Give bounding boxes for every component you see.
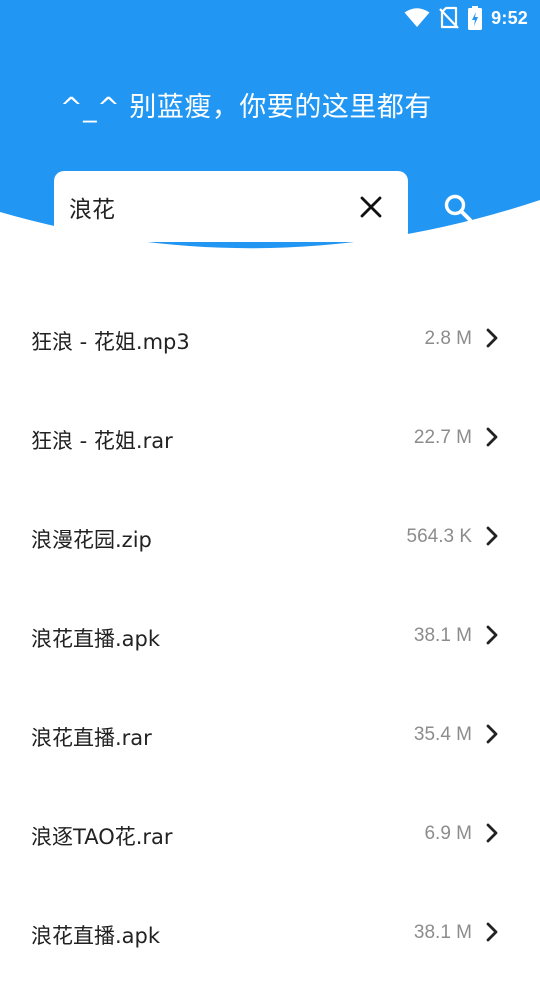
chevron-right-icon (486, 328, 498, 348)
list-item[interactable]: 狂浪 - 花姐.mp3 2.8 M (0, 289, 540, 388)
status-icons: 9:52 (404, 4, 528, 32)
file-name: 浪花直播.rar (31, 726, 152, 750)
file-name: 浪逐TAO花.rar (31, 825, 173, 849)
chevron-right-icon (486, 724, 498, 744)
slogan-text: ^_^ 别蓝瘦，你要的这里都有 (60, 92, 432, 123)
results-list: 狂浪 - 花姐.mp3 2.8 M 狂浪 - 花姐.rar 22.7 M 浪漫花… (0, 289, 540, 982)
file-size: 2.8 M (424, 328, 472, 349)
list-item[interactable]: 浪逐TAO花.rar 6.9 M (0, 784, 540, 883)
close-icon (360, 196, 382, 218)
list-item[interactable]: 浪花直播.apk 38.1 M (0, 883, 540, 982)
chevron-right-icon (486, 427, 498, 447)
chevron-right-icon (486, 823, 498, 843)
search-box (54, 171, 408, 242)
search-button[interactable] (440, 190, 476, 226)
file-name: 浪花直播.apk (31, 924, 161, 948)
file-size: 22.7 M (413, 427, 472, 448)
list-item[interactable]: 浪漫花园.zip 564.3 K (0, 487, 540, 586)
search-icon (444, 194, 472, 222)
list-item[interactable]: 浪花直播.apk 38.1 M (0, 586, 540, 685)
file-name: 狂浪 - 花姐.mp3 (31, 330, 190, 354)
file-name: 浪漫花园.zip (31, 528, 152, 552)
file-size: 35.4 M (413, 724, 472, 745)
chevron-right-icon (486, 922, 498, 942)
file-name: 狂浪 - 花姐.rar (31, 429, 173, 453)
wifi-icon (404, 8, 430, 27)
header: 9:52 ^_^ 别蓝瘦，你要的这里都有 (0, 0, 540, 250)
file-size: 6.9 M (424, 823, 472, 844)
list-item[interactable]: 狂浪 - 花姐.rar 22.7 M (0, 388, 540, 487)
file-size: 564.3 K (406, 526, 473, 547)
chevron-right-icon (486, 625, 498, 645)
search-input[interactable] (69, 171, 339, 242)
list-item[interactable]: 浪花直播.rar 35.4 M (0, 685, 540, 784)
file-size: 38.1 M (413, 625, 472, 646)
status-bar: 9:52 (0, 0, 540, 36)
clear-search-button[interactable] (356, 192, 386, 222)
status-time: 9:52 (491, 7, 528, 28)
file-name: 浪花直播.apk (31, 627, 161, 651)
battery-charging-icon (468, 6, 483, 30)
chevron-right-icon (486, 526, 498, 546)
file-size: 38.1 M (413, 922, 472, 943)
no-sim-icon (439, 6, 459, 29)
